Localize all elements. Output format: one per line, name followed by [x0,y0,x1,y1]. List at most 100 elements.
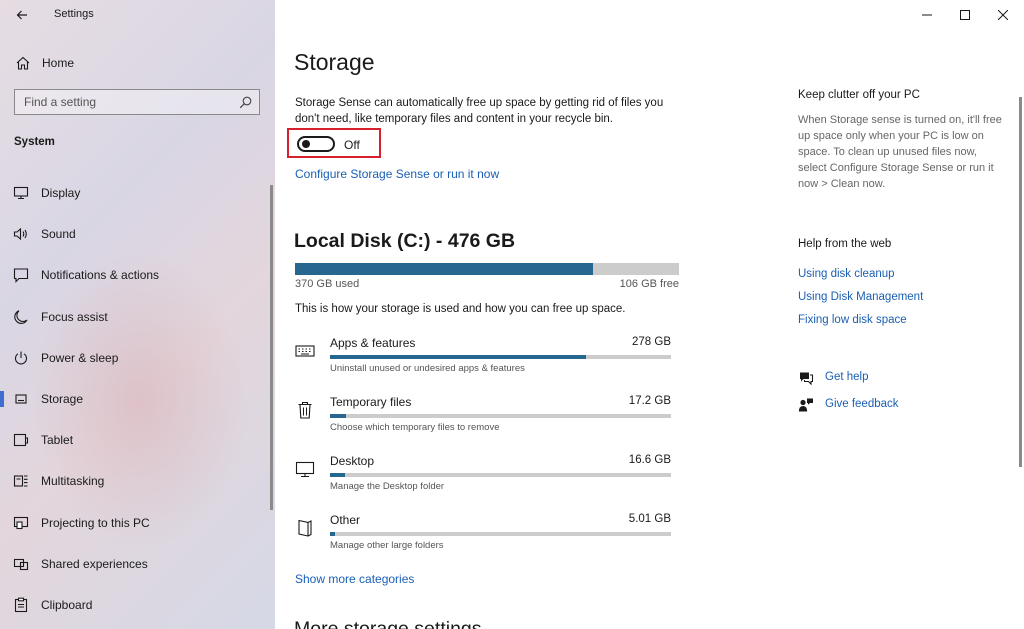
category-name: Temporary files [330,395,412,409]
sidebar-item-sound[interactable]: Sound [0,213,275,254]
category-usage-bar [330,473,671,477]
storage-sense-toggle-highlight: Off [287,128,381,158]
power-icon [14,351,28,365]
clipboard-icon [14,597,28,612]
sidebar-item-label: Notifications & actions [41,268,160,283]
sidebar-item-clipboard[interactable]: Clipboard [0,584,275,625]
category-desktop[interactable]: Desktop 16.6 GB Manage the Desktop folde… [293,453,673,503]
projecting-icon [13,516,29,529]
category-subtitle: Uninstall unused or undesired apps & fea… [330,363,525,374]
back-button[interactable] [8,4,36,26]
category-name: Desktop [330,454,375,468]
disk-title: Local Disk (C:) - 476 GB [294,230,516,252]
sidebar-item-label: Shared experiences [41,556,148,571]
category-size: 5.01 GB [628,513,671,525]
category-usage-fill [330,414,346,418]
category-usage-fill [330,473,346,477]
get-help-link[interactable]: Get help [798,369,958,387]
sidebar-item-label: Focus assist [41,309,108,324]
more-storage-settings-heading: More storage settings [294,618,482,629]
section-heading: System [14,136,55,148]
disk-usage-description: This is how your storage is used and how… [295,303,626,315]
moon-icon [14,309,28,324]
category-usage-bar [330,532,671,536]
category-name: Apps & features [330,336,416,350]
notifications-icon [13,268,29,284]
sound-icon [13,227,27,241]
book-icon [298,519,312,537]
category-subtitle: Choose which temporary files to remove [330,422,500,433]
give-feedback-link[interactable]: Give feedback [798,396,958,414]
category-other[interactable]: Other 5.01 GB Manage other large folders [293,512,673,562]
sidebar-item-projecting[interactable]: Projecting to this PC [0,502,275,543]
feedback-icon [798,398,813,412]
sidebar-item-power-sleep[interactable]: Power & sleep [0,337,275,378]
storage-sense-description: Storage Sense can automatically free up … [295,97,664,125]
category-subtitle: Manage other large folders [330,540,444,551]
get-help-label: Get help [825,371,869,383]
clutter-heading: Keep clutter off your PC [798,89,920,101]
storage-sense-toggle[interactable] [297,136,335,152]
category-apps-features[interactable]: Apps & features 278 GB Uninstall unused … [293,335,673,385]
sidebar-item-shared-experiences[interactable]: Shared experiences [0,543,275,584]
link-fixing-low-disk-space[interactable]: Fixing low disk space [798,314,907,326]
shared-icon [13,558,29,570]
sidebar-scrollbar[interactable] [270,185,273,510]
category-subtitle: Manage the Desktop folder [330,481,445,492]
tablet-icon [13,434,29,447]
page-title: Storage [294,49,375,75]
category-usage-fill [330,532,335,536]
sidebar-item-display[interactable]: Display [0,172,275,213]
storage-icon [15,394,27,404]
toggle-state-label: Off [344,138,360,152]
chat-help-icon [800,372,814,386]
disk-used-label: 370 GB used [295,278,360,290]
keyboard-icon [295,345,315,357]
sidebar-item-focus-assist[interactable]: Focus assist [0,296,275,337]
link-using-disk-cleanup[interactable]: Using disk cleanup [798,268,895,280]
web-help-heading: Help from the web [798,238,892,250]
category-name: Other [330,513,361,527]
sidebar-item-label: Tablet [41,433,74,448]
link-using-disk-management[interactable]: Using Disk Management [798,291,923,303]
disk-free-label: 106 GB free [619,278,679,290]
search-field[interactable] [14,89,260,115]
search-input[interactable] [24,95,234,109]
category-size: 16.6 GB [628,454,671,466]
display-icon [13,186,29,200]
sidebar-item-label: Sound [41,227,76,242]
sidebar-item-label: Multitasking [41,474,105,489]
main-content: Storage Storage Sense can automatically … [275,0,1024,629]
configure-storage-sense-link[interactable]: Configure Storage Sense or run it now [295,167,499,181]
category-size: 17.2 GB [628,395,671,407]
sidebar: Settings Home System Display Sound [0,0,275,629]
disk-usage-fill [295,263,594,275]
sidebar-item-home[interactable]: Home [0,50,275,76]
category-size: 278 GB [632,336,671,348]
sidebar-item-label: Clipboard [41,597,93,612]
clutter-description: When Storage sense is turned on, it'll f… [798,114,1002,190]
sidebar-item-label: Display [41,186,81,200]
show-more-categories-link[interactable]: Show more categories [295,572,414,586]
back-arrow-icon [16,10,27,20]
app-title: Settings [54,8,94,20]
sidebar-item-label: Storage [41,391,84,406]
sidebar-item-multitasking[interactable]: Multitasking [0,460,275,501]
trash-icon [298,401,312,419]
disk-usage-bar [295,263,679,275]
category-usage-bar [330,414,671,418]
category-usage-fill [330,355,587,359]
sidebar-nav: Display Sound Notifications & actions Fo… [0,172,275,625]
search-icon[interactable] [239,96,252,109]
sidebar-item-storage[interactable]: Storage [0,378,275,419]
give-feedback-label: Give feedback [825,398,899,410]
sidebar-item-notifications[interactable]: Notifications & actions [0,254,275,295]
home-icon [16,56,30,70]
category-temporary-files[interactable]: Temporary files 17.2 GB Choose which tem… [293,394,673,444]
sidebar-item-label: Power & sleep [41,350,119,365]
main-scrollbar[interactable] [1019,97,1022,467]
multitasking-icon [13,475,28,487]
sidebar-item-tablet[interactable]: Tablet [0,419,275,460]
category-usage-bar [330,355,671,359]
sidebar-item-label: Home [42,56,75,70]
